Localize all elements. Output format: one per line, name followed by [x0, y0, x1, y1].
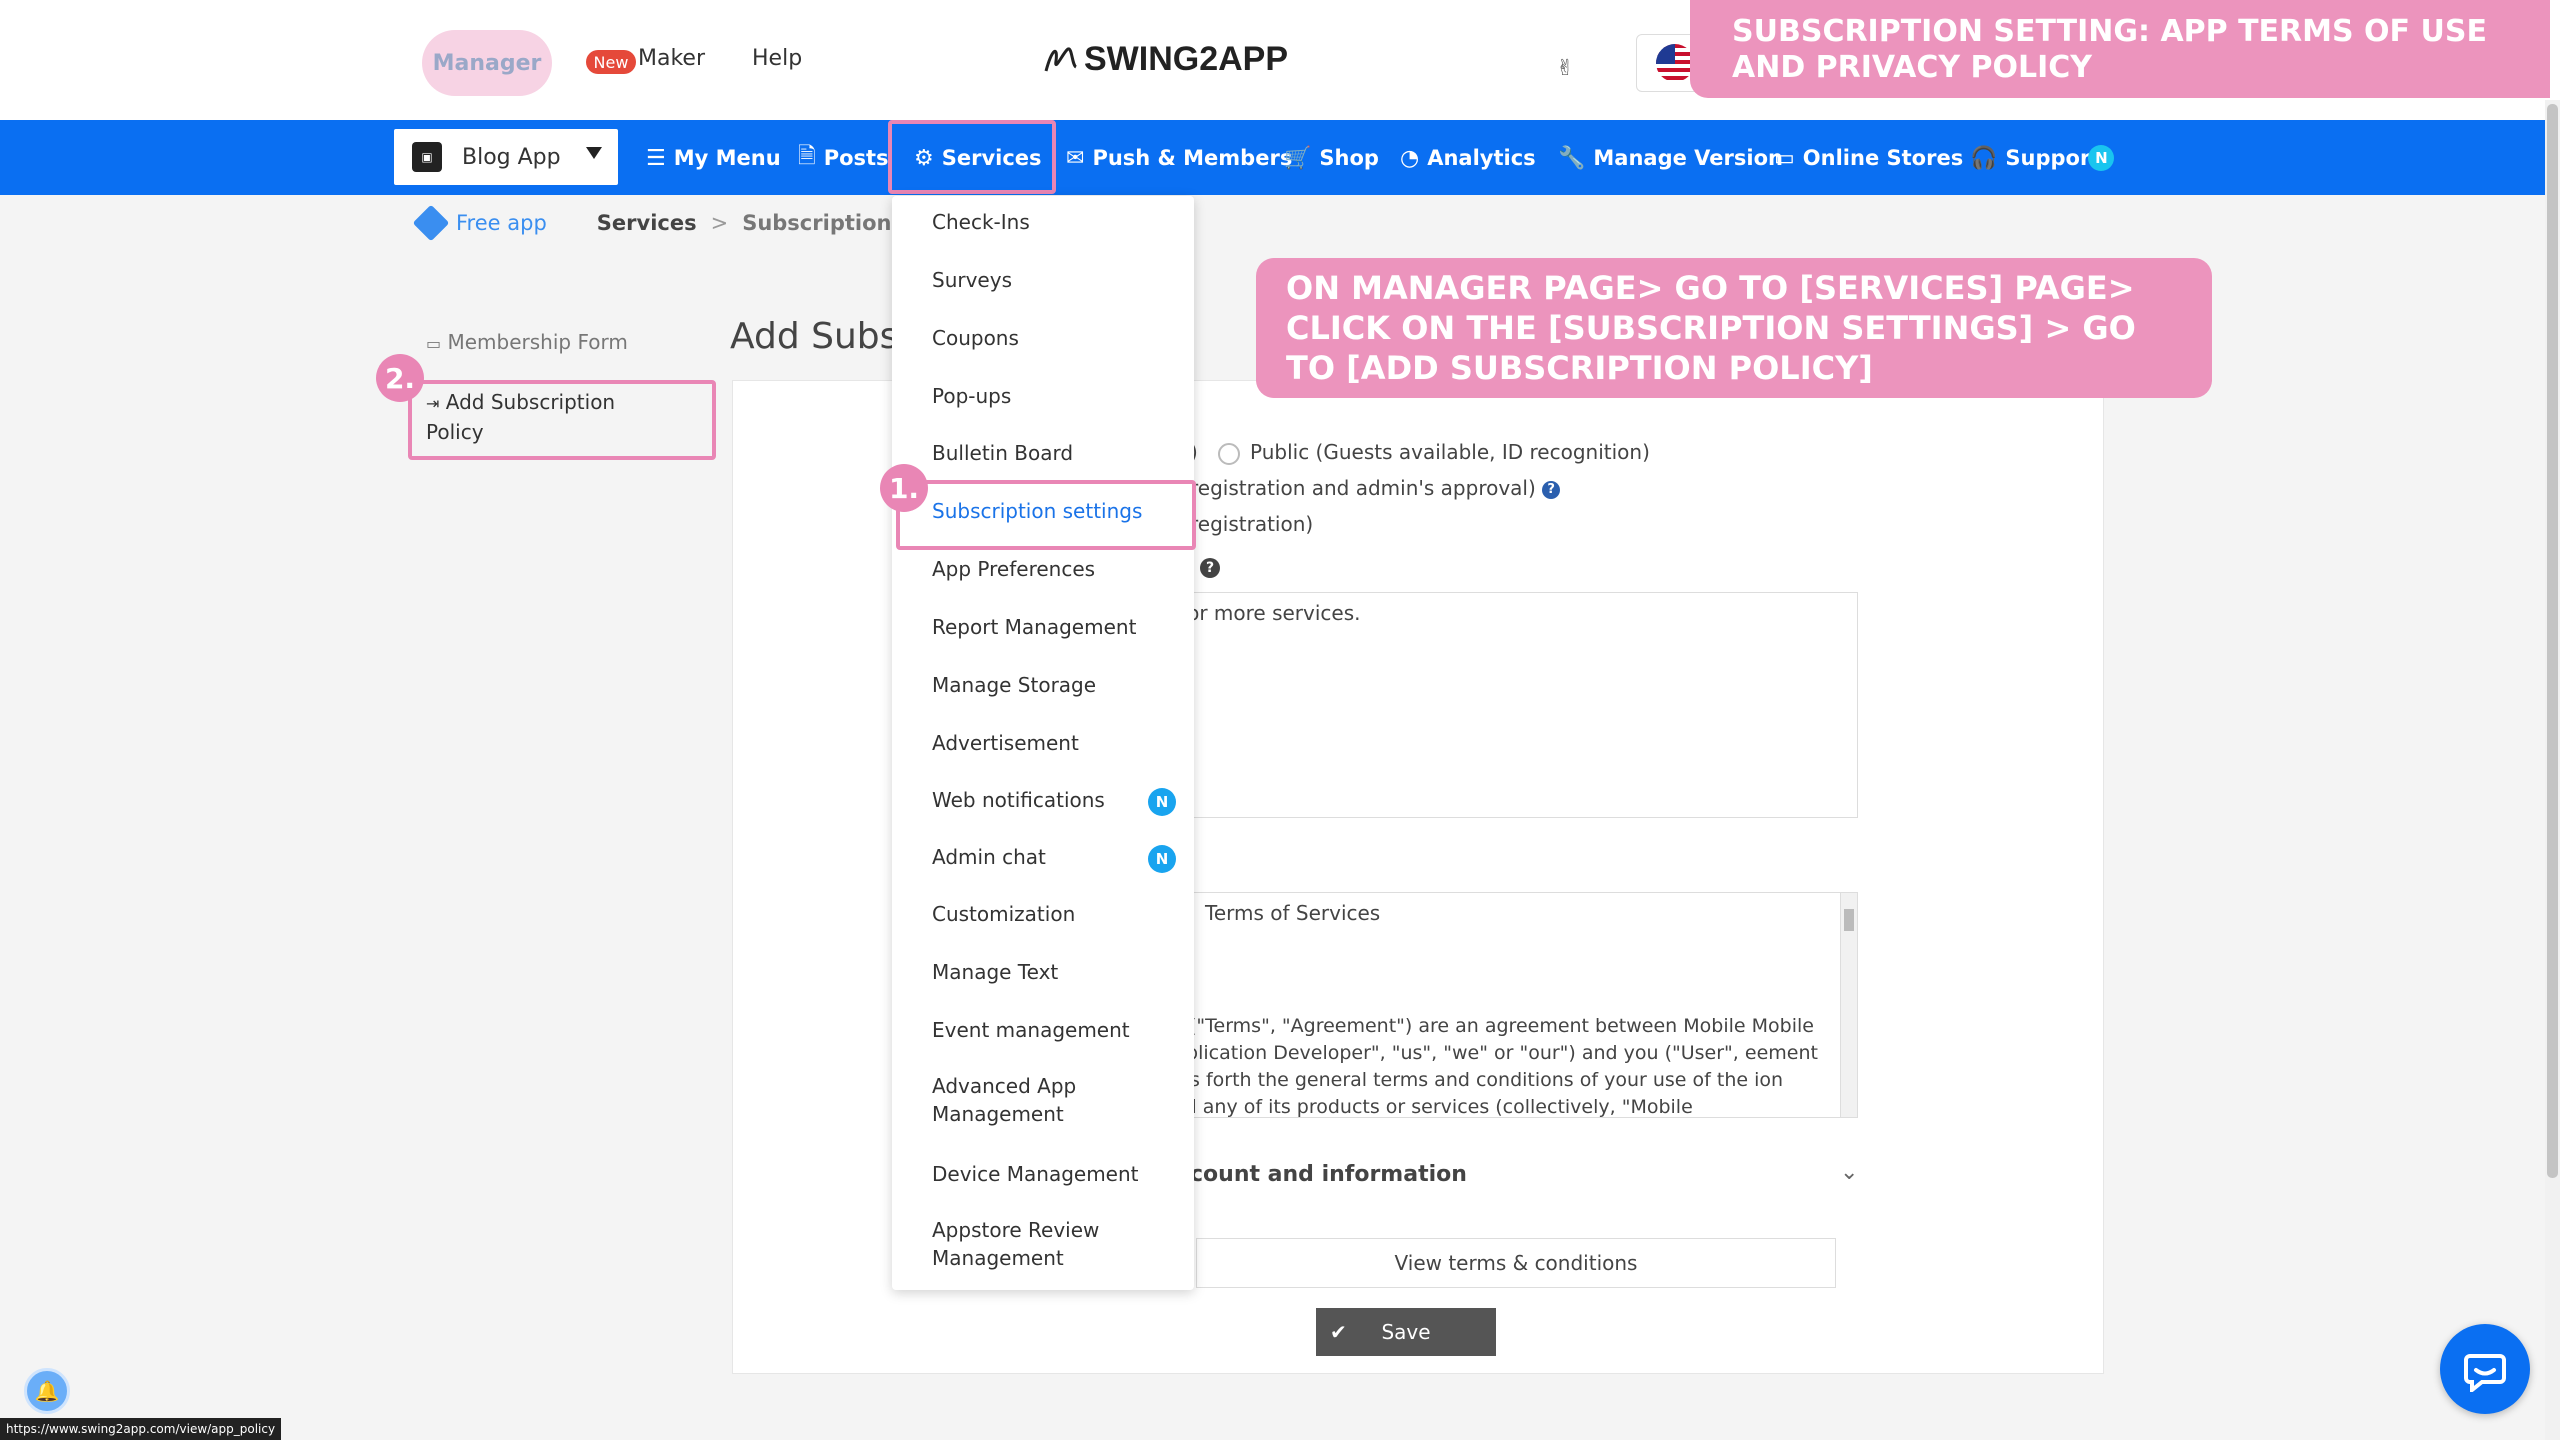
dropdown-item-web-notifications[interactable]: Web notifications: [932, 786, 1105, 814]
form-icon: ▭: [426, 334, 442, 353]
chat-bubble-icon: [2464, 1354, 2506, 1392]
view-terms-button[interactable]: View terms & conditions: [1196, 1238, 1836, 1288]
radio-label: Public (Guests available, ID recognition…: [1250, 440, 1650, 464]
step-1-badge: 1.: [880, 464, 928, 512]
new-badge: New: [586, 50, 636, 74]
nav-label: Suppor: [2005, 146, 2091, 170]
scroll-thumb[interactable]: [1844, 909, 1854, 931]
new-dot-badge: N: [2088, 145, 2115, 171]
logo-text: SWING2APP: [1084, 39, 1289, 78]
check-icon: ✔: [1330, 1320, 1347, 1344]
help-link[interactable]: Help: [752, 46, 802, 71]
caret-down-icon: [586, 147, 602, 159]
nav-label: Analytics: [1427, 146, 1536, 170]
dropdown-item-appstore-review-management[interactable]: Appstore Review Management: [932, 1216, 1132, 1272]
notification-bell-icon[interactable]: 🔔: [24, 1368, 70, 1414]
save-button[interactable]: ✔ Save: [1316, 1308, 1496, 1356]
nav-label: Manage Version: [1593, 146, 1783, 170]
sidebar-item-label: Membership Form: [447, 330, 628, 354]
account-section-heading[interactable]: count and information: [1190, 1162, 1467, 1187]
card-icon: ▭: [1774, 145, 1795, 171]
help-icon[interactable]: ?: [1200, 554, 1220, 578]
nav-support[interactable]: 🎧 Suppor N: [1970, 140, 2115, 176]
terms-body: ns ("Terms", "Agreement") are an agreeme…: [1161, 1015, 1818, 1118]
swing2app-logo[interactable]: SWING2APP: [1042, 36, 1288, 82]
nav-label: Online Stores: [1802, 146, 1964, 170]
pie-chart-icon: ◔: [1400, 145, 1420, 171]
logo-mark-icon: [1044, 47, 1078, 72]
app-thumbnail-icon: ▣: [412, 142, 442, 172]
page-scroll-thumb[interactable]: [2547, 104, 2558, 1178]
dropdown-item-advertisement[interactable]: Advertisement: [932, 729, 1079, 757]
services-highlight: [888, 120, 1056, 194]
breadcrumb-separator: >: [710, 211, 729, 235]
nav-my-menu[interactable]: ☰ My Menu: [646, 140, 781, 176]
question-icon: ?: [1200, 557, 1220, 578]
app-selector[interactable]: ▣ Blog App: [394, 129, 618, 185]
status-bar-url: https://www.swing2app.com/view/app_polic…: [0, 1418, 282, 1440]
dropdown-item-pop-ups[interactable]: Pop-ups: [932, 382, 1011, 410]
breadcrumb-services[interactable]: Services: [597, 211, 697, 235]
nav-push-members[interactable]: ✉ Push & Members: [1066, 140, 1292, 176]
dropdown-item-app-preferences[interactable]: App Preferences: [932, 555, 1095, 583]
tutorial-title-banner: SUBSCRIPTION SETTING: APP TERMS OF USE A…: [1690, 0, 2550, 98]
nav-label: Shop: [1319, 146, 1379, 170]
new-dot-badge: N: [1148, 845, 1176, 873]
nav-manage-version[interactable]: 🔧 Manage Version: [1558, 140, 1783, 176]
textarea-scrollbar[interactable]: [1840, 893, 1857, 1117]
document-icon: 🗎: [798, 144, 816, 169]
dropdown-item-manage-text[interactable]: Manage Text: [932, 958, 1058, 986]
radio-button[interactable]: [1218, 442, 1240, 465]
option-registration: registration): [1190, 512, 1314, 536]
dropdown-item-report-management[interactable]: Report Management: [932, 613, 1136, 641]
wrench-icon: 🔧: [1558, 145, 1586, 171]
instruction-banner: ON MANAGER PAGE> GO TO [SERVICES] PAGE> …: [1256, 258, 2212, 398]
page-title: Add Subsc: [730, 316, 919, 357]
mail-icon: ✉: [1066, 145, 1085, 171]
dropdown-item-device-management[interactable]: Device Management: [932, 1160, 1139, 1188]
option-approval: registration and admin's approval) ?: [1190, 476, 1561, 500]
sidebar-item-membership-form[interactable]: ▭ Membership Form: [426, 330, 628, 354]
nav-shop[interactable]: 🛒 Shop: [1284, 140, 1379, 176]
manager-tab[interactable]: Manager: [422, 30, 552, 96]
services-dropdown: Check-Ins Surveys Coupons Pop-ups Bullet…: [892, 196, 1194, 1290]
dropdown-item-advanced-app-management[interactable]: Advanced App Management: [932, 1072, 1132, 1128]
app-selector-label: Blog App: [462, 144, 561, 170]
radio-public[interactable]: Public (Guests available, ID recognition…: [1218, 440, 1650, 465]
terms-title: Terms of Services: [1205, 901, 1381, 925]
dropdown-item-customization[interactable]: Customization: [932, 900, 1075, 928]
nav-label: Push & Members: [1092, 146, 1293, 170]
cart-icon: 🛒: [1284, 145, 1312, 171]
chat-button[interactable]: [2440, 1324, 2530, 1414]
option-label: registration and admin's approval): [1190, 476, 1536, 500]
description-textarea[interactable]: p for more services.: [1160, 592, 1858, 818]
headset-icon: 🎧: [1970, 145, 1998, 171]
dropdown-item-admin-chat[interactable]: Admin chat: [932, 843, 1046, 871]
chevron-down-icon[interactable]: ⌄: [1840, 1160, 1858, 1185]
nav-posts[interactable]: 🗎 Posts: [798, 140, 889, 176]
terms-textarea[interactable]: Terms of Services ns ("Terms", "Agreemen…: [1160, 892, 1858, 1118]
dropdown-item-bulletin-board[interactable]: Bulletin Board: [932, 439, 1073, 467]
new-dot-badge: N: [1148, 788, 1176, 816]
nav-label: Posts: [823, 146, 889, 170]
save-label: Save: [1381, 1320, 1431, 1344]
dropdown-item-event-management[interactable]: Event management: [932, 1016, 1130, 1044]
dropdown-item-coupons[interactable]: Coupons: [932, 324, 1019, 352]
maker-link[interactable]: Maker: [638, 46, 705, 71]
hand-icon[interactable]: ✌: [1556, 56, 1574, 81]
free-app-link[interactable]: Free app: [456, 211, 547, 235]
help-icon[interactable]: ?: [1542, 480, 1561, 499]
nav-online-stores[interactable]: ▭ Online Stores: [1774, 140, 1963, 176]
us-flag-icon: [1656, 44, 1694, 82]
dropdown-item-surveys[interactable]: Surveys: [932, 266, 1012, 294]
menu-icon: ☰: [646, 145, 666, 171]
dropdown-item-manage-storage[interactable]: Manage Storage: [932, 671, 1096, 699]
sidebar-highlight: [408, 380, 716, 460]
nav-label: My Menu: [673, 146, 781, 170]
nav-analytics[interactable]: ◔ Analytics: [1400, 140, 1536, 176]
free-app-icon: [412, 204, 450, 242]
dropdown-item-check-ins[interactable]: Check-Ins: [932, 208, 1030, 236]
subscription-settings-highlight: [896, 480, 1196, 550]
step-2-badge: 2.: [376, 354, 424, 402]
